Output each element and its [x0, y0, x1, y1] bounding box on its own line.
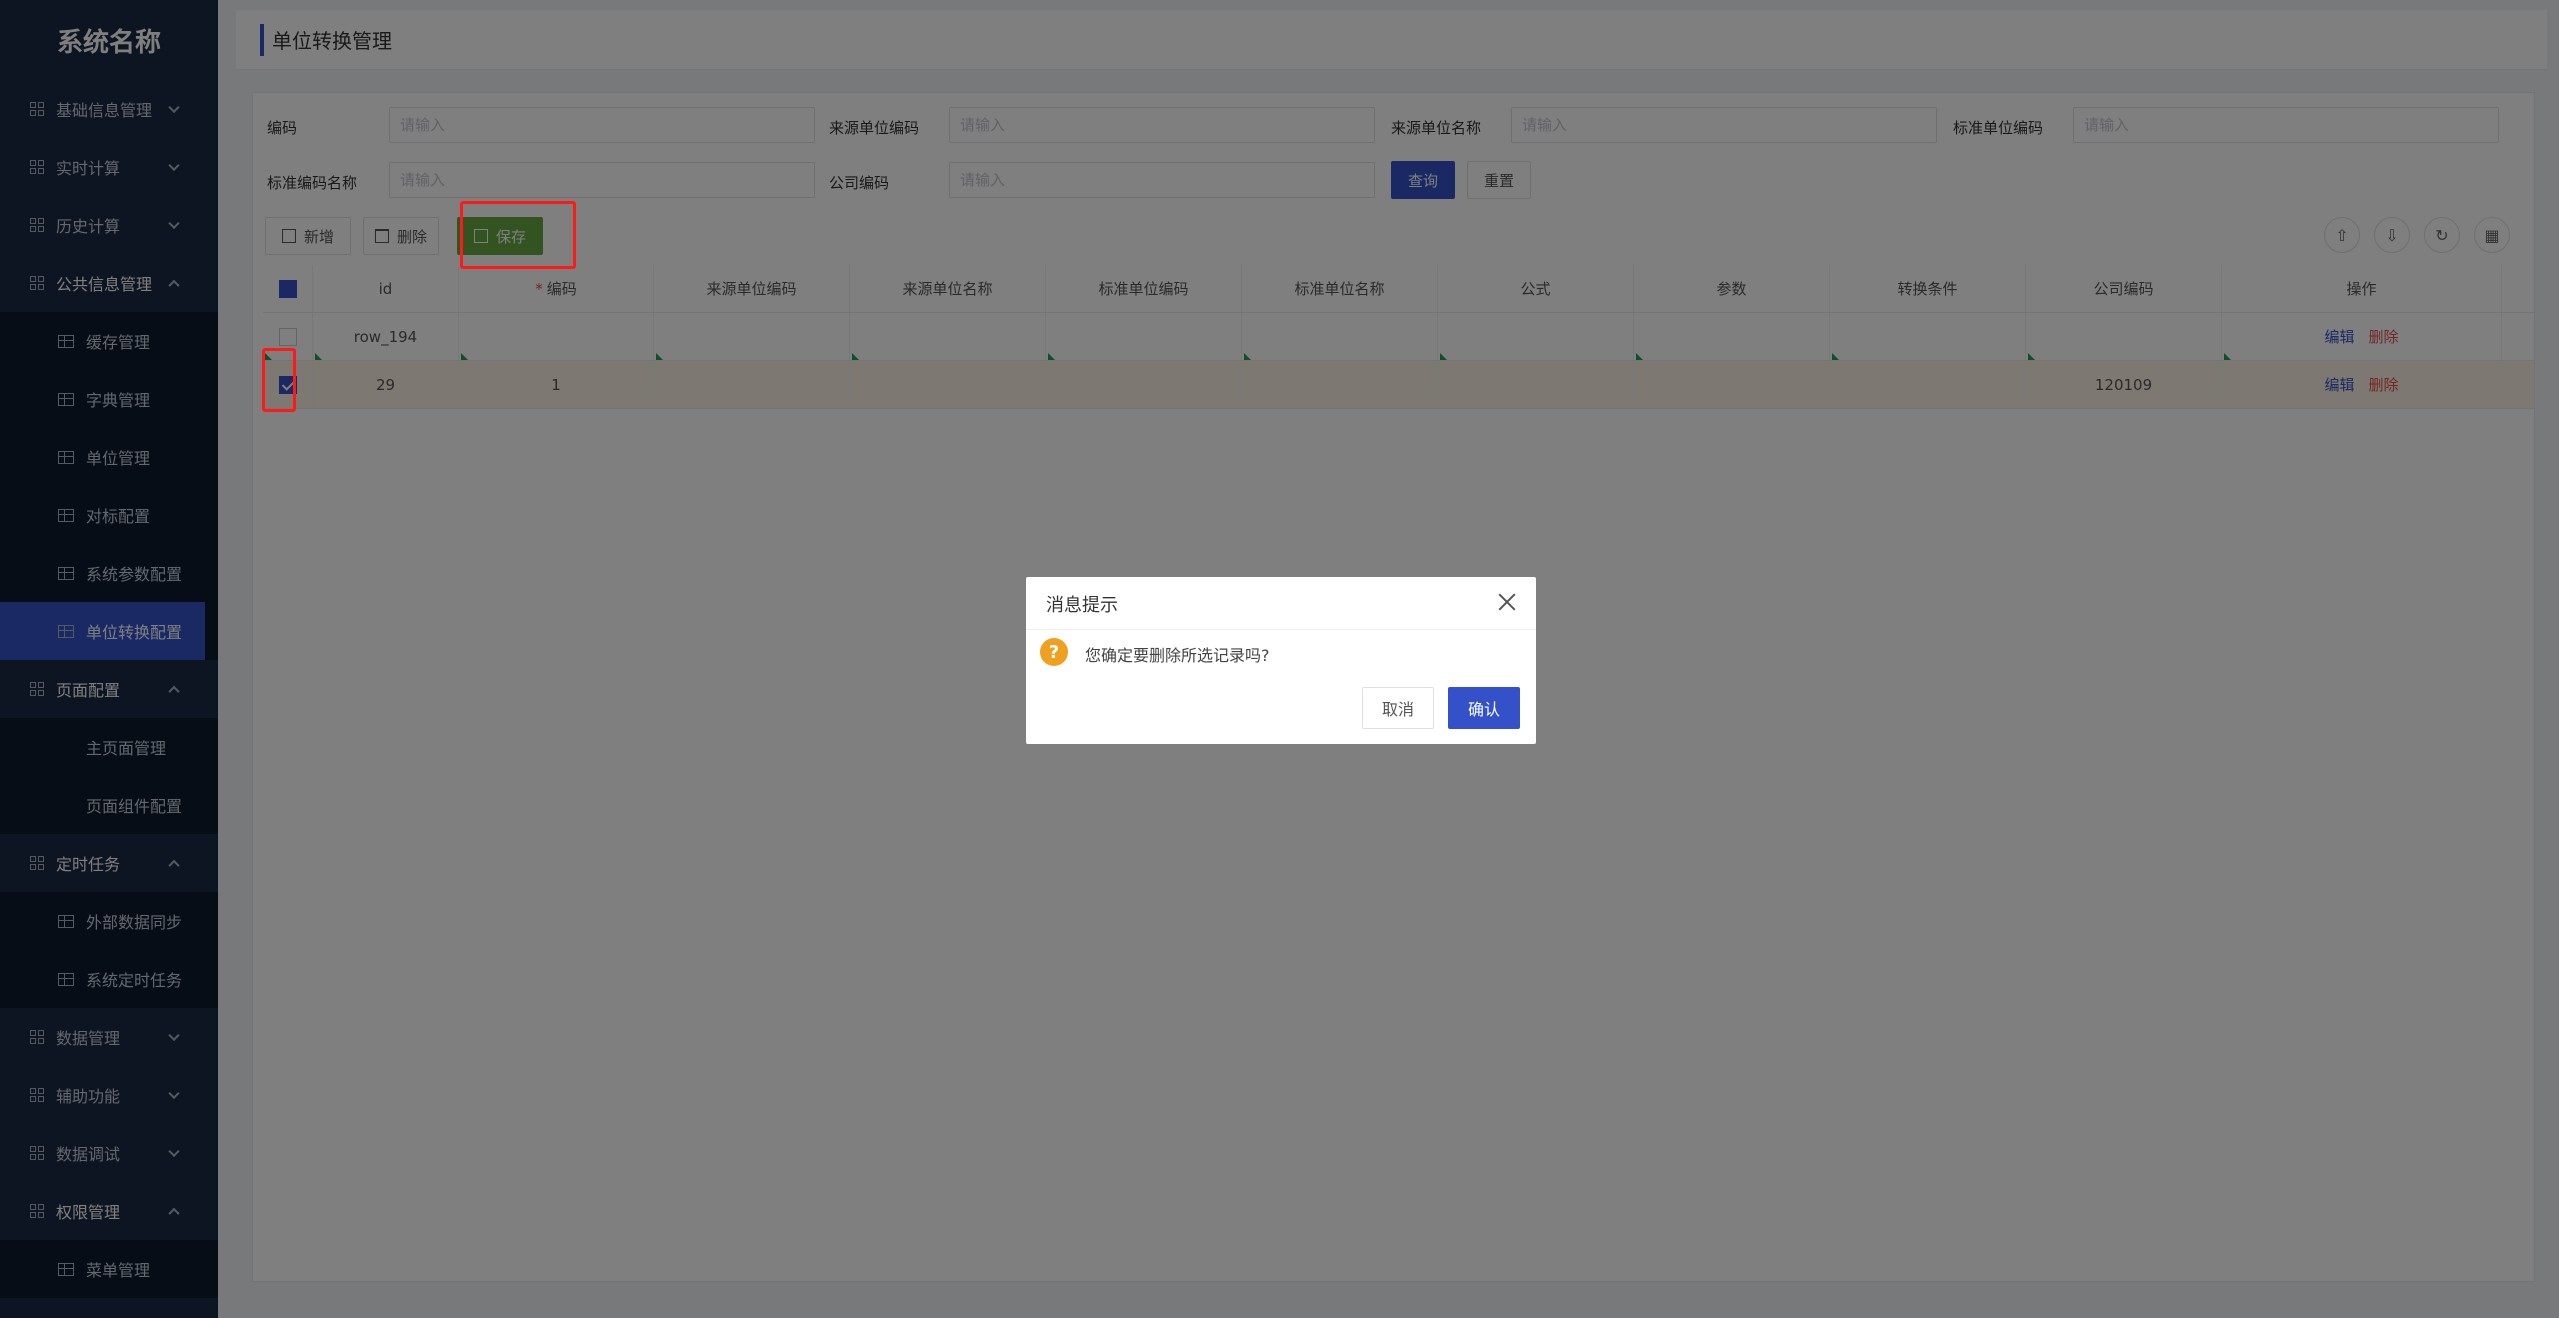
confirm-dialog: 消息提示 ? 您确定要删除所选记录吗? 取消 确认 [1026, 577, 1536, 744]
dialog-divider [1026, 629, 1536, 630]
close-icon[interactable] [1496, 591, 1518, 613]
highlight-save-button [460, 201, 576, 269]
dialog-title: 消息提示 [1046, 595, 1118, 616]
question-icon: ? [1040, 638, 1068, 666]
dialog-message: 您确定要删除所选记录吗? [1085, 646, 1270, 665]
confirm-button[interactable]: 确认 [1448, 687, 1520, 729]
cancel-button[interactable]: 取消 [1362, 687, 1434, 729]
highlight-row-checkbox [262, 348, 296, 412]
